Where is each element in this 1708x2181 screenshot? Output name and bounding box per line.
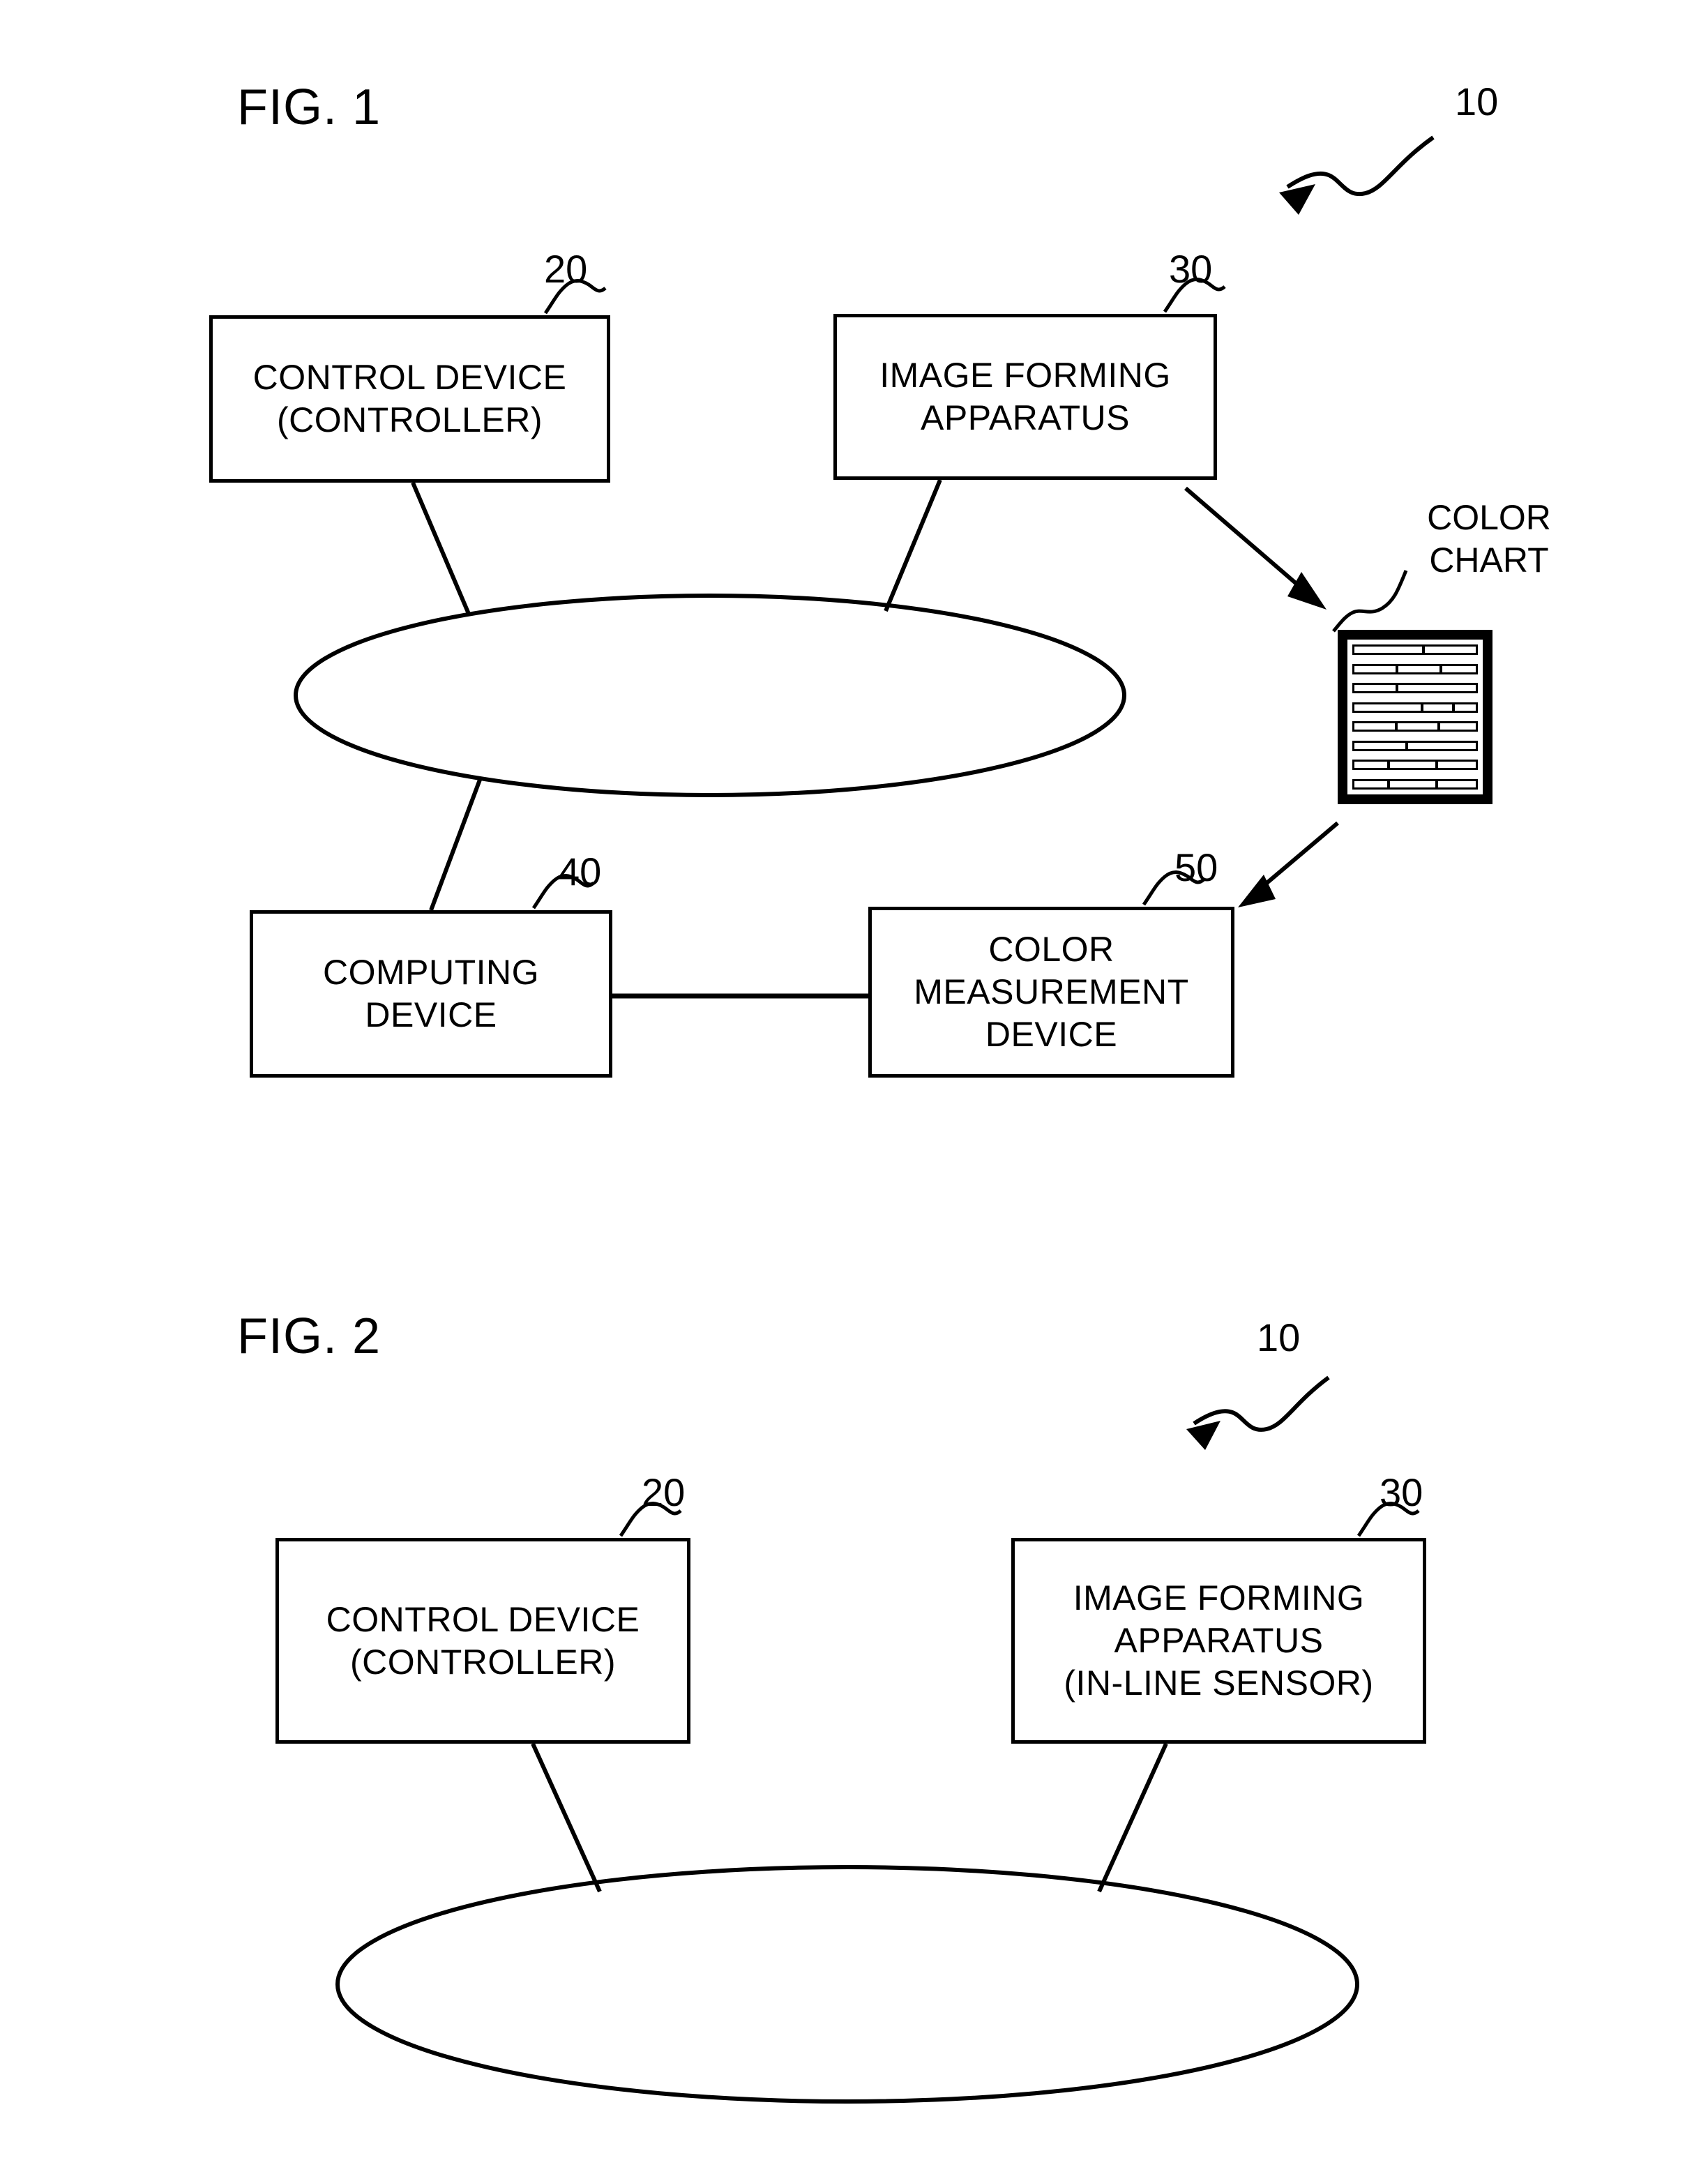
color-chart-patch (1354, 647, 1423, 653)
color-chart-row (1352, 721, 1478, 732)
color-chart-patch (1407, 742, 1476, 749)
connector-control-to-network-fig2 (531, 1742, 602, 1893)
block-computing-device-fig1[interactable]: COMPUTING DEVICE (250, 910, 612, 1078)
block-label-image-forming-apparatus-fig2: IMAGE FORMING APPARATUS (IN-LINE SENSOR) (1064, 1578, 1374, 1703)
ref-number-system-10-fig2: 10 (1257, 1315, 1301, 1359)
color-chart-patch (1425, 647, 1476, 653)
arrowhead-chart-to-measurement (1238, 875, 1276, 907)
color-chart-patch (1354, 723, 1395, 730)
ref-number-system-10-fig1: 10 (1455, 80, 1499, 123)
block-label-image-forming-apparatus-fig1: IMAGE FORMING APPARATUS (879, 356, 1171, 437)
color-chart-row (1352, 702, 1478, 713)
color-chart-row (1352, 740, 1478, 751)
color-chart-patch (1354, 665, 1396, 672)
color-chart-row (1352, 760, 1478, 771)
color-chart-graphic (1338, 630, 1492, 804)
color-chart-row (1352, 644, 1478, 655)
color-chart-patch (1354, 780, 1388, 787)
color-chart-row (1352, 778, 1478, 790)
color-chart-patch (1354, 685, 1396, 692)
ref-number-20-fig1: 20 (544, 247, 588, 291)
connector-imaging-to-network-fig1 (884, 478, 942, 612)
block-label-color-measurement-device-fig1: COLOR MEASUREMENT DEVICE (914, 930, 1189, 1054)
color-chart-patch (1390, 762, 1435, 769)
arrow-imaging-to-chart-shaft (1184, 486, 1318, 603)
block-label-control-device-fig1: CONTROL DEVICE (CONTROLLER) (252, 358, 567, 439)
ref-number-50-fig1: 50 (1174, 845, 1218, 889)
block-label-control-device-fig2: CONTROL DEVICE (CONTROLLER) (326, 1599, 640, 1682)
arrow-chart-to-measurement-shaft (1246, 821, 1339, 902)
leader-line-system-10-fig2 (1193, 1375, 1330, 1432)
arrowhead-system-10-fig2 (1186, 1421, 1220, 1450)
connector-control-to-network-fig1 (411, 481, 471, 615)
color-chart-patch (1390, 780, 1435, 787)
color-chart-patch (1354, 762, 1388, 769)
ref-number-20-fig2: 20 (642, 1470, 686, 1514)
arrowhead-imaging-to-chart (1287, 572, 1327, 610)
block-label-computing-device-fig1: COMPUTING DEVICE (322, 953, 540, 1034)
color-chart-rows (1347, 640, 1483, 794)
color-chart-patch (1354, 742, 1405, 749)
color-chart-patch (1437, 762, 1476, 769)
color-chart-row (1352, 663, 1478, 674)
color-chart-patch (1442, 665, 1476, 672)
color-chart-patch (1440, 723, 1476, 730)
block-control-device-fig1[interactable]: CONTROL DEVICE (CONTROLLER) (209, 315, 610, 483)
arrowhead-system-10-fig1 (1279, 184, 1315, 215)
label-color-chart: COLOR CHART (1427, 498, 1551, 580)
color-chart-patch (1437, 780, 1476, 787)
block-image-forming-apparatus-fig1[interactable]: IMAGE FORMING APPARATUS (833, 314, 1217, 480)
connector-imaging-to-network-fig2 (1097, 1742, 1168, 1893)
block-control-device-fig2[interactable]: CONTROL DEVICE (CONTROLLER) (275, 1538, 690, 1744)
ref-number-30-fig1: 30 (1169, 247, 1213, 291)
color-chart-patch (1454, 704, 1476, 711)
color-chart-patch (1398, 665, 1439, 672)
color-chart-patch (1397, 723, 1438, 730)
figure-title-1: FIG. 1 (237, 80, 381, 135)
leader-line-system-10-fig1 (1286, 135, 1435, 197)
connector-network-to-computing-fig1 (429, 778, 482, 912)
block-color-measurement-device-fig1[interactable]: COLOR MEASUREMENT DEVICE (868, 907, 1234, 1078)
color-chart-patch (1398, 685, 1476, 692)
figure-title-2: FIG. 2 (237, 1308, 381, 1364)
block-image-forming-apparatus-fig2[interactable]: IMAGE FORMING APPARATUS (IN-LINE SENSOR) (1011, 1538, 1426, 1744)
network-ellipse-fig1 (294, 594, 1126, 797)
network-ellipse-fig2 (335, 1865, 1359, 2104)
color-chart-patch (1354, 704, 1421, 711)
color-chart-patch (1423, 704, 1452, 711)
ref-number-40-fig1: 40 (558, 850, 602, 893)
patent-drawing-sheet: FIG. 1 10 20 30 40 50 CONTROL DEVICE (CO… (0, 0, 1708, 2181)
color-chart-row (1352, 683, 1478, 694)
ref-number-30-fig2: 30 (1380, 1470, 1423, 1514)
